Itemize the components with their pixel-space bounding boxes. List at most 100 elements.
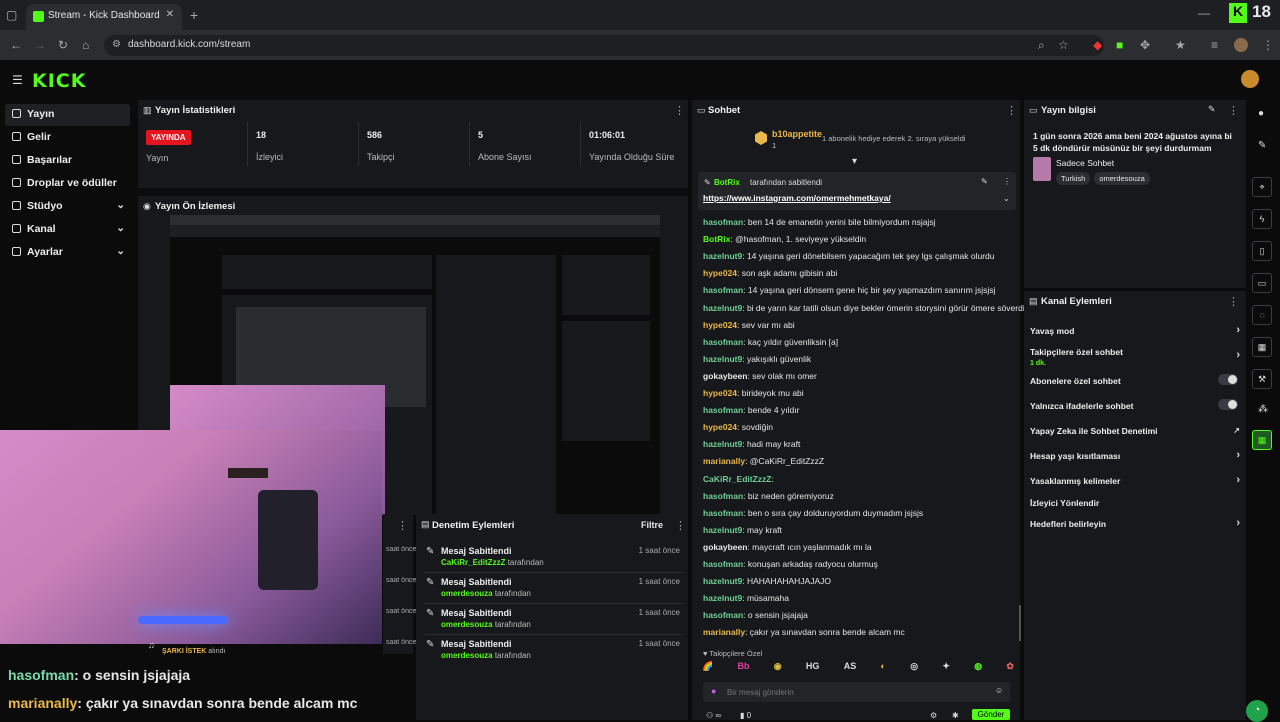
emote[interactable]: ✿ (1006, 661, 1014, 677)
site-info-icon[interactable]: ⚙ (112, 39, 121, 50)
chat-username[interactable]: hasofman (703, 508, 743, 518)
info-menu-icon[interactable]: ⋮ (1228, 104, 1239, 117)
pinned-by-user[interactable]: BotRix (714, 178, 740, 187)
chat-username[interactable]: hasofman (703, 610, 743, 620)
gift-username[interactable]: b10appetite (772, 129, 822, 139)
chat-username[interactable]: hazelnut9 (703, 303, 742, 313)
extension-kick-icon[interactable]: ■ (1116, 38, 1123, 52)
extensions-puzzle-icon[interactable]: ✥ (1140, 38, 1150, 52)
chat-username[interactable]: hasofman (703, 491, 743, 501)
action-followers-only[interactable]: Takipçilere özel sohbet 1 dk. › (1030, 347, 1240, 367)
chat-menu-icon[interactable]: ⋮ (1006, 104, 1017, 117)
chat-username[interactable]: marianally (703, 456, 745, 466)
info-circle-icon[interactable]: ● (1258, 108, 1264, 119)
favorites-icon[interactable]: ★ (1175, 38, 1186, 52)
lightning-icon[interactable]: ϟ (1252, 209, 1272, 229)
chat-username[interactable]: CaKiRr_EditZzzZ (703, 474, 771, 484)
sidebar-item-ayarlar[interactable]: Ayarlar ⌄ (5, 242, 130, 264)
subscribers-only-toggle[interactable] (1218, 374, 1238, 385)
reload-icon[interactable]: ↻ (58, 38, 68, 52)
media-icon[interactable]: ≡ (1211, 38, 1218, 52)
hamburger-menu-icon[interactable]: ☰ (12, 73, 23, 87)
unpin-icon[interactable]: ✎ (981, 177, 988, 186)
action-emote-only[interactable]: Yalnızca ifadelerle sohbet (1030, 399, 1240, 411)
emote[interactable]: 🌈 (702, 661, 713, 677)
sidebar-item-gelir[interactable]: Gelir (5, 127, 130, 149)
chat-username[interactable]: hazelnut9 (703, 525, 742, 535)
chat-username[interactable]: gokaybeen (703, 542, 747, 552)
tag[interactable]: Turkish (1056, 172, 1091, 185)
forward-icon[interactable]: → (34, 38, 46, 52)
browser-tab[interactable]: Stream - Kick Dashboard ✕ (26, 4, 182, 30)
chat-users-icon[interactable]: ⚇ ∞ (706, 711, 721, 720)
tag[interactable]: omerdesouza (1094, 172, 1150, 185)
edit-icon[interactable]: ✎ (1258, 140, 1266, 151)
chat-username[interactable]: hazelnut9 (703, 251, 742, 261)
action-banned-words[interactable]: Yasaklanmış kelimeler › (1030, 474, 1240, 486)
chat-gear-icon[interactable]: ✱ (952, 711, 959, 720)
sidebar-item-studyo[interactable]: Stüdyo ⌄ (5, 196, 130, 218)
sidebar-item-basarilar[interactable]: Başarılar (5, 150, 130, 172)
partial-panel-menu-icon[interactable]: ⋮ (397, 519, 408, 532)
home-icon[interactable]: ⌂ (82, 38, 89, 52)
kick-extension-icon[interactable]: K (1229, 3, 1247, 23)
extension-red-icon[interactable]: ◆ (1093, 38, 1102, 52)
kick-logo[interactable]: KICK (32, 70, 86, 92)
minimize-icon[interactable]: — (1198, 6, 1210, 20)
category-name[interactable]: Sadece Sohbet (1056, 158, 1114, 168)
grid-icon[interactable]: ▦ (1252, 430, 1272, 450)
sidebar-item-droplar[interactable]: Droplar ve ödüller (5, 173, 130, 195)
action-account-age[interactable]: Hesap yaşı kısıtlaması › (1030, 449, 1240, 461)
new-tab-icon[interactable]: + (190, 7, 198, 23)
broadcast-waves-icon[interactable]: ◌ (1252, 305, 1272, 325)
chat-username[interactable]: gokaybeen (703, 371, 747, 381)
emote[interactable]: AS (844, 661, 857, 677)
action-host-viewers[interactable]: İzleyici Yönlendir (1030, 498, 1240, 508)
emote-only-toggle[interactable] (1218, 399, 1238, 410)
chat-username[interactable]: hasofman (703, 405, 743, 415)
action-set-goals[interactable]: Hedefleri belirleyin › (1030, 517, 1240, 529)
emote[interactable]: HG (806, 661, 820, 677)
filter-button[interactable]: Filtre (641, 520, 663, 530)
action-subscribers-only[interactable]: Abonelere özel sohbet (1030, 374, 1240, 386)
pinned-link[interactable]: https://www.instagram.com/omermehmetkaya… (703, 193, 891, 203)
help-chat-icon[interactable]: ◔ (1246, 700, 1268, 722)
sidebar-item-kanal[interactable]: Kanal ⌄ (5, 219, 130, 241)
tab-search-icon[interactable]: ▢ (6, 8, 17, 22)
chat-username[interactable]: hazelnut9 (703, 593, 742, 603)
actions-menu-icon[interactable]: ⋮ (1228, 295, 1239, 308)
moderation-user[interactable]: omerdesouza (441, 589, 493, 598)
emote[interactable]: ◐ (881, 661, 886, 677)
chat-username[interactable]: hype024 (703, 268, 737, 278)
nodes-icon[interactable]: ⁂ (1258, 404, 1268, 415)
moderation-user[interactable]: omerdesouza (441, 620, 493, 629)
back-icon[interactable]: ← (10, 38, 22, 52)
bookmark-star-icon[interactable]: ☆ (1058, 38, 1069, 52)
chat-username[interactable]: marianally (703, 627, 745, 637)
user-avatar[interactable] (1241, 70, 1259, 88)
chat-scrollbar[interactable] (1019, 605, 1021, 641)
sidebar-item-yayin[interactable]: Yayın (5, 104, 130, 126)
chat-username[interactable]: hazelnut9 (703, 439, 742, 449)
stats-menu-icon[interactable]: ⋮ (674, 104, 685, 117)
moderation-menu-icon[interactable]: ⋮ (675, 519, 686, 532)
emote[interactable]: Bb (738, 661, 750, 677)
chat-username[interactable]: hype024 (703, 320, 737, 330)
emote[interactable]: ◉ (774, 661, 782, 677)
wrench-icon[interactable]: ⚒ (1252, 369, 1272, 389)
chat-settings-icon[interactable]: ⚙ (930, 711, 937, 720)
emote[interactable]: ✦ (942, 661, 950, 677)
chat-username[interactable]: hype024 (703, 422, 737, 432)
chat-username[interactable]: hasofman (703, 217, 743, 227)
close-tab-icon[interactable]: ✕ (166, 9, 174, 20)
scan-icon[interactable]: ⌖ (1252, 177, 1272, 197)
chat-username[interactable]: hasofman (703, 559, 743, 569)
moderation-user[interactable]: CaKiRr_EditZzzZ (441, 558, 505, 567)
emoji-icon[interactable]: ☺ (995, 686, 1003, 695)
collapse-icon[interactable]: ▾ (852, 156, 857, 167)
chat-message-input[interactable] (727, 684, 987, 700)
url-field[interactable]: ⚙ dashboard.kick.com/stream (104, 35, 1104, 56)
calendar-icon[interactable]: ▦ (1252, 337, 1272, 357)
zoom-icon[interactable]: ⌕ (1038, 38, 1045, 53)
edit-pencil-icon[interactable]: ✎ (1208, 104, 1216, 115)
